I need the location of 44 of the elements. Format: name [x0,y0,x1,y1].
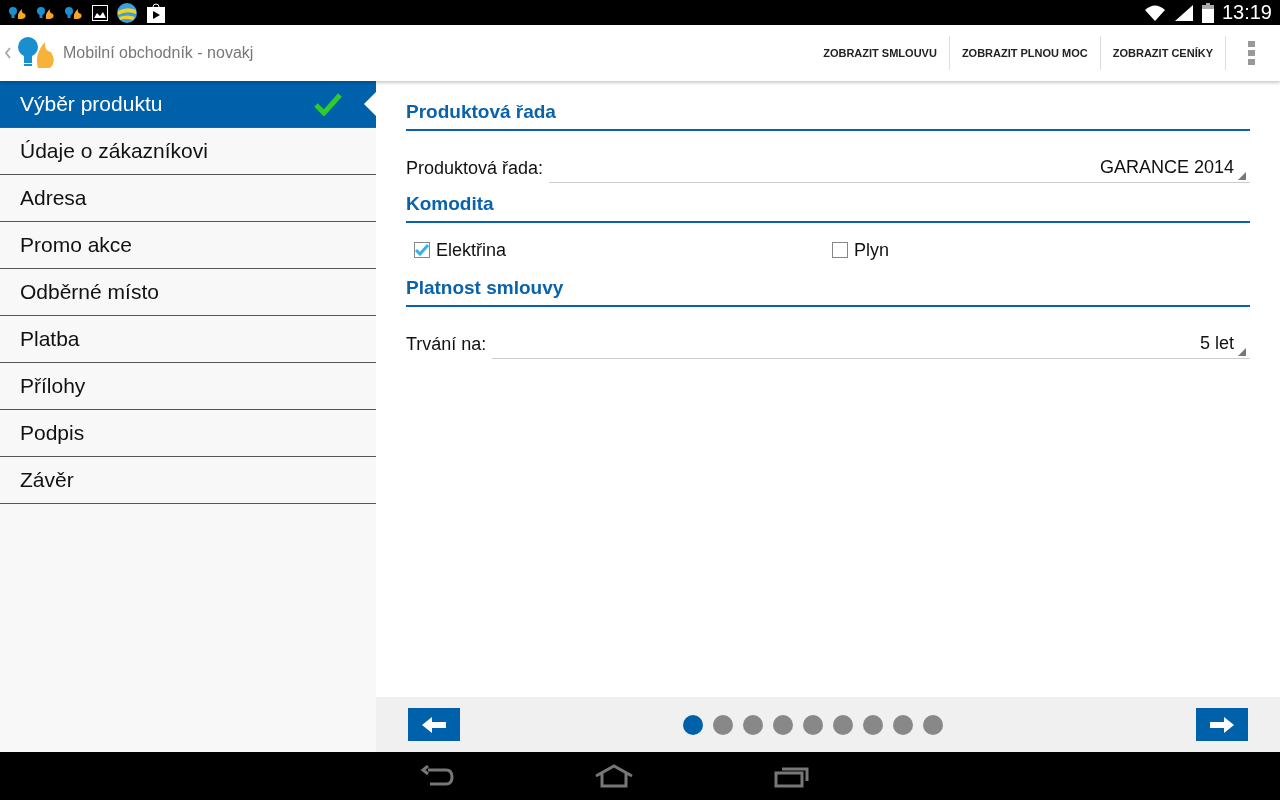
sidebar-item[interactable]: Výběr produktu [0,81,376,128]
page-indicator-dot[interactable] [863,714,883,735]
checkmark-icon [415,244,429,256]
dropdown-field[interactable]: GARANCE 2014 [549,157,1250,183]
overflow-menu-icon[interactable] [1248,41,1256,65]
section-heading: Platnost smlouvy [406,277,1250,307]
action-button[interactable]: ZOBRAZIT SMLOUVU [811,36,950,70]
checkbox[interactable] [832,242,848,258]
page-indicator-dot[interactable] [713,714,733,735]
left-arrow-icon [421,715,447,734]
signal-icon [1173,3,1194,22]
home-icon[interactable] [594,764,634,788]
wifi-icon [1143,3,1166,22]
back-chevron-icon[interactable] [5,47,11,59]
page-indicator-dot[interactable] [683,714,703,735]
clock-time: 13:19 [1221,1,1272,24]
section-heading: Produktová řada [406,101,1250,131]
next-button[interactable] [1196,708,1248,741]
field-label: Produktová řada: [406,158,544,180]
globe-icon [116,1,138,24]
back-icon[interactable] [420,765,454,787]
dropdown-field[interactable]: 5 let [492,333,1250,359]
page-indicator-dot[interactable] [743,714,763,735]
action-button[interactable]: ZOBRAZIT CENÍKY [1100,36,1226,70]
right-arrow-icon [1209,715,1235,734]
bulb-flame-logo-icon[interactable] [17,36,57,70]
app-title: Mobilní obchodník - novakj [63,44,254,62]
bulb-flame-icon [8,5,28,20]
bulb-flame-icon [64,5,84,20]
bulb-flame-icon [36,5,56,20]
page-indicator-dot[interactable] [803,714,823,735]
page-indicator-dot[interactable] [923,714,943,735]
action-button[interactable]: ZOBRAZIT PLNOU MOC [949,36,1101,70]
previous-button[interactable] [408,708,460,741]
page-indicator-dot[interactable] [833,714,853,735]
section-heading: Komodita [406,193,1250,223]
checkbox-label[interactable]: Elektřina [436,239,507,261]
battery-icon [1201,2,1214,23]
image-icon [92,4,108,21]
page-indicator-dot[interactable] [773,714,793,735]
page-indicator-dot[interactable] [893,714,913,735]
field-label: Trvání na: [406,334,487,356]
checkbox[interactable] [414,242,430,258]
checkbox-label[interactable]: Plyn [854,239,889,261]
